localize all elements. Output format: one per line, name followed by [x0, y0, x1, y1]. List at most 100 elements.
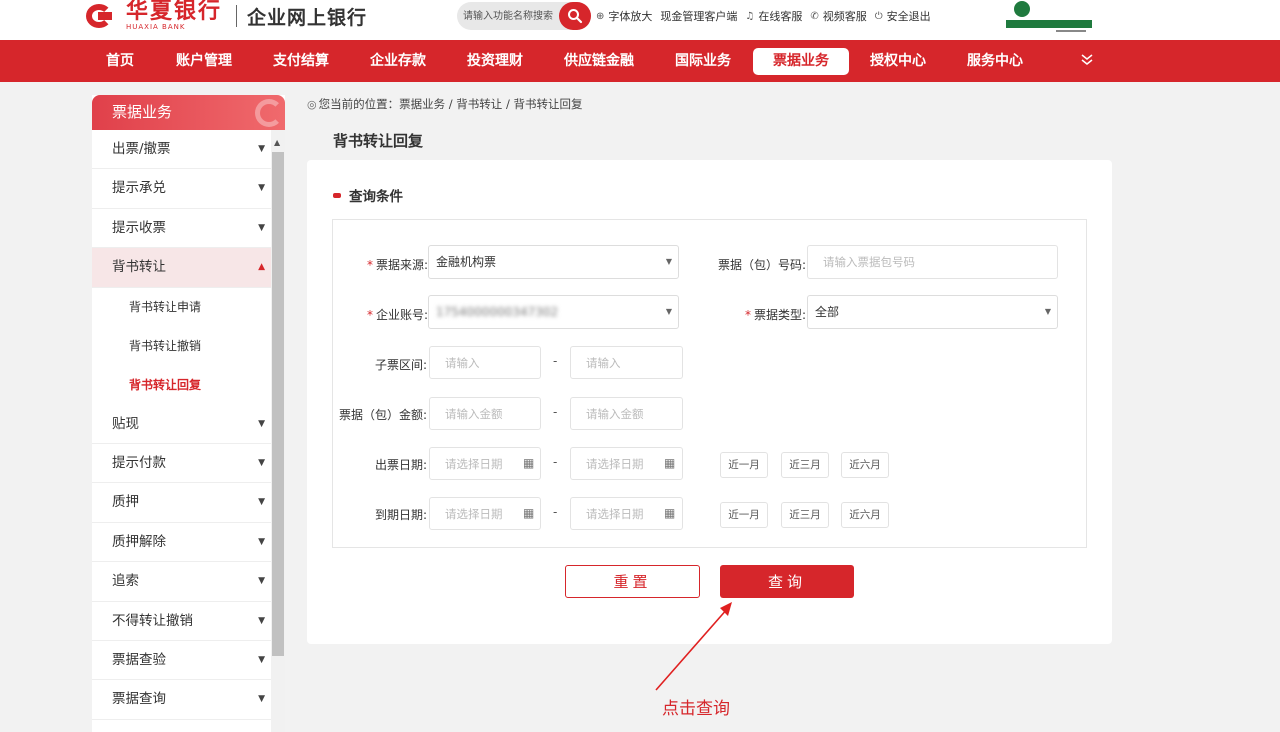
- sidebar-item-label: 贴现: [112, 415, 139, 432]
- function-search-input[interactable]: [463, 8, 559, 24]
- sidebar-item-non-transferable-revoke[interactable]: 不得转让撤销 ▼: [92, 602, 271, 641]
- bill-type-select[interactable]: 全部 ▼: [807, 295, 1058, 329]
- package-number-input[interactable]: [807, 245, 1058, 279]
- partner-logo: [1006, 0, 1092, 34]
- nav-authorization-center[interactable]: 授权中心: [862, 48, 934, 75]
- double-chevron-down-icon: [1081, 54, 1093, 65]
- reset-button[interactable]: 重置: [565, 565, 700, 598]
- search-button[interactable]: [559, 2, 591, 30]
- sidebar-item-label: 背书转让: [112, 259, 166, 276]
- sidebar-item-issue-revoke[interactable]: 出票/撤票 ▼: [92, 130, 271, 170]
- headset-icon: ♫: [745, 10, 755, 22]
- sidebar-item-label: 票据查验: [112, 651, 166, 668]
- sidebar-item-label: 提示付款: [112, 454, 166, 471]
- main-nav: 首页 账户管理 支付结算 企业存款 投资理财 供应链金融 国际业务 票据业务 授…: [0, 40, 1280, 82]
- sidebar-item-bill-verification[interactable]: 票据查验 ▼: [92, 641, 271, 681]
- sidebar-item-endorsement[interactable]: 背书转让 ▲: [92, 248, 271, 288]
- nav-international[interactable]: 国际业务: [667, 48, 739, 75]
- sidebar-scrollbar[interactable]: ▲: [271, 130, 285, 732]
- sidebar-item-label: 出票/撤票: [112, 141, 171, 157]
- due-date-last-three-months-button[interactable]: 近三月: [781, 502, 829, 528]
- query-form: *票据来源: 金融机构票 ▼ 票据（包）号码: *企业账号: 175400000…: [332, 219, 1087, 548]
- nav-more-button[interactable]: [1076, 52, 1098, 70]
- cash-management-client-label: 现金管理客户端: [660, 10, 738, 23]
- bank-logo[interactable]: 华夏银行 HUAXIA BANK 企业网上银行: [84, 0, 367, 32]
- due-date-last-six-months-button[interactable]: 近六月: [841, 502, 889, 528]
- function-search: [457, 2, 591, 30]
- logout-link[interactable]: ⏻ 安全退出: [875, 8, 931, 24]
- font-enlarge-link[interactable]: ⊕ 字体放大: [596, 8, 652, 24]
- account-select[interactable]: 1754000000347302 ▼: [428, 295, 679, 329]
- sidebar-item-payment-request[interactable]: 提示付款 ▼: [92, 444, 271, 484]
- partner-logo-icon: [1014, 1, 1030, 17]
- nav-supply-chain-finance[interactable]: 供应链金融: [556, 48, 642, 75]
- sidebar-item-label: 票据查询: [112, 691, 166, 708]
- issue-date-last-three-months-button[interactable]: 近三月: [781, 452, 829, 478]
- sub-range-end-input[interactable]: [570, 346, 683, 379]
- online-service-link[interactable]: ♫ 在线客服: [745, 8, 802, 24]
- range-separator: -: [553, 405, 558, 419]
- due-date-start-input[interactable]: [429, 497, 541, 530]
- sidebar-item-label: 质押: [112, 494, 139, 511]
- sidebar-title-label: 票据业务: [112, 103, 173, 121]
- sidebar-scroll-thumb[interactable]: [272, 152, 284, 656]
- nav-corporate-deposit[interactable]: 企业存款: [362, 48, 434, 75]
- nav-bill-business[interactable]: 票据业务: [753, 48, 849, 75]
- sidebar-item-label: 追索: [112, 573, 139, 590]
- caret-down-icon: ▼: [258, 222, 265, 233]
- section-marker-icon: [333, 192, 341, 198]
- sidebar-item-label: 不得转让撤销: [112, 612, 193, 629]
- issue-date-last-six-months-button[interactable]: 近六月: [841, 452, 889, 478]
- nav-payment-settlement[interactable]: 支付结算: [265, 48, 337, 75]
- page-title: 背书转让回复: [333, 132, 424, 150]
- issue-date-start-input[interactable]: [429, 447, 541, 480]
- sub-range-start-input[interactable]: [429, 346, 541, 379]
- account-label: * 企业账号:: [367, 308, 429, 322]
- caret-down-icon: ▼: [258, 694, 265, 705]
- issue-date-last-month-button[interactable]: 近一月: [720, 452, 768, 478]
- sidebar-item-pledge[interactable]: 质押 ▼: [92, 483, 271, 523]
- scroll-up-icon[interactable]: ▲: [274, 138, 280, 147]
- nav-investment[interactable]: 投资理财: [459, 48, 531, 75]
- bill-source-select[interactable]: 金融机构票 ▼: [428, 245, 679, 279]
- nav-service-center[interactable]: 服务中心: [959, 48, 1031, 75]
- bill-type-value: 全部: [815, 305, 840, 319]
- sub-range-label: 子票区间:: [374, 358, 427, 372]
- sidebar-item-acceptance[interactable]: 提示承兑 ▼: [92, 169, 271, 209]
- amount-label: 票据（包）金额:: [338, 408, 427, 422]
- due-date-label: 到期日期:: [374, 508, 427, 522]
- caret-down-icon: ▼: [258, 457, 265, 468]
- chevron-down-icon: ▼: [1044, 307, 1051, 316]
- sidebar-item-label: 提示承兑: [112, 180, 166, 197]
- query-button[interactable]: 查询: [720, 565, 854, 598]
- issue-date-end-input[interactable]: [570, 447, 683, 480]
- sidebar-item-discount[interactable]: 贴现 ▼: [92, 405, 271, 444]
- chevron-down-icon: ▼: [665, 307, 672, 316]
- sidebar-item-pledge-release[interactable]: 质押解除 ▼: [92, 523, 271, 563]
- caret-down-icon: ▼: [258, 418, 265, 429]
- sidebar-subitem-endorsement-revoke[interactable]: 背书转让撤销: [92, 327, 271, 366]
- video-service-link[interactable]: ✆ 视频客服: [810, 8, 866, 24]
- due-date-end-input[interactable]: [570, 497, 683, 530]
- bill-source-value: 金融机构票: [436, 255, 497, 269]
- video-service-label: 视频客服: [822, 10, 867, 23]
- location-pin-icon: ◎: [307, 97, 317, 111]
- section-title: 查询条件: [349, 189, 403, 205]
- caret-down-icon: ▼: [258, 576, 265, 587]
- due-date-last-month-button[interactable]: 近一月: [720, 502, 768, 528]
- nav-account-management[interactable]: 账户管理: [168, 48, 240, 75]
- sidebar-item-recourse[interactable]: 追索 ▼: [92, 562, 271, 602]
- sidebar-item-receipt[interactable]: 提示收票 ▼: [92, 209, 271, 249]
- annotation-arrow-icon: [655, 602, 732, 691]
- sidebar-item-label: 质押解除: [112, 533, 166, 550]
- logo-divider: [236, 5, 238, 27]
- caret-down-icon: ▼: [258, 615, 265, 626]
- amount-max-input[interactable]: [570, 397, 683, 430]
- chevron-down-icon: ▼: [665, 257, 672, 266]
- sidebar-subitem-endorsement-reply[interactable]: 背书转让回复: [92, 366, 271, 405]
- sidebar-subitem-endorsement-apply[interactable]: 背书转让申请: [92, 288, 271, 327]
- amount-min-input[interactable]: [429, 397, 541, 430]
- cash-management-client-link[interactable]: 现金管理客户端: [660, 8, 737, 24]
- sidebar-item-bill-query[interactable]: 票据查询 ▼: [92, 680, 271, 720]
- nav-home[interactable]: 首页: [97, 48, 143, 75]
